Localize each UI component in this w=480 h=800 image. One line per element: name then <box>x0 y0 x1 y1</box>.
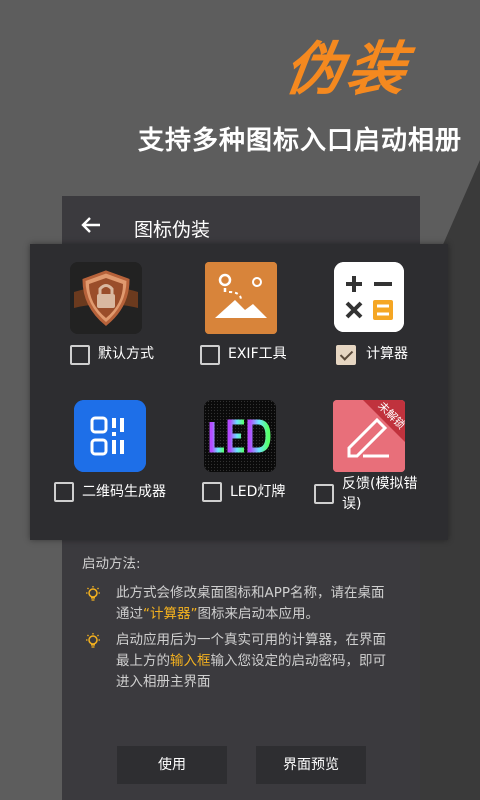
label-exif: EXIF工具 <box>228 346 287 362</box>
option-default[interactable] <box>70 262 210 402</box>
label-qr: 二维码生成器 <box>82 484 166 500</box>
hint2-line2-pre: 最上方的 <box>116 653 170 669</box>
hint1-line2-post: 图标来启动本应用。 <box>197 606 320 622</box>
qr-code-icon <box>74 400 146 472</box>
shield-lock-icon <box>70 262 142 334</box>
label-led: LED灯牌 <box>230 484 286 500</box>
option-led[interactable] <box>204 400 344 540</box>
feedback-pen-icon: 未解锁 <box>333 400 405 472</box>
label-calculator: 计算器 <box>366 346 408 362</box>
led-sign-icon <box>204 400 276 472</box>
launch-heading: 启动方法: <box>82 556 141 572</box>
hero-title: 伪装 <box>280 35 415 103</box>
hero-subtitle: 支持多种图标入口启动相册 <box>138 126 463 156</box>
label-default: 默认方式 <box>98 346 154 362</box>
option-qr[interactable] <box>74 400 214 540</box>
hint1-line2-pre: 通过 <box>116 606 143 622</box>
checkbox-feedback[interactable] <box>314 484 334 504</box>
hint1-highlight: “计算器” <box>143 606 198 622</box>
calculator-icon <box>334 262 404 332</box>
label-feedback-line2: 误) <box>342 496 362 512</box>
back-arrow-icon[interactable] <box>76 210 106 240</box>
hint1-line1: 此方式会修改桌面图标和APP名称，请在桌面 <box>116 585 385 601</box>
checkbox-qr[interactable] <box>54 482 74 502</box>
screen-title: 图标伪装 <box>134 219 211 241</box>
hint2-line1: 启动应用后为一个真实可用的计算器，在界面 <box>116 632 386 648</box>
option-exif[interactable] <box>205 262 345 402</box>
option-feedback[interactable]: 未解锁 <box>333 400 473 540</box>
checkbox-calculator[interactable] <box>336 345 356 365</box>
lightbulb-icon <box>84 585 102 603</box>
use-button[interactable]: 使用 <box>117 746 227 784</box>
hint1-text: 此方式会修改桌面图标和APP名称，请在桌面 通过“计算器”图标来启动本应用。 <box>116 583 385 625</box>
hint2-highlight: 输入框 <box>170 653 211 669</box>
option-calculator[interactable] <box>334 262 474 402</box>
lightbulb-icon <box>84 632 102 650</box>
label-feedback: 反馈(模拟错 误) <box>342 474 442 514</box>
hint2-text: 启动应用后为一个真实可用的计算器，在界面 最上方的输入框输入您设定的启动密码，即… <box>116 630 386 693</box>
checkbox-default[interactable] <box>70 345 90 365</box>
checkbox-led[interactable] <box>202 482 222 502</box>
hint2-line2-post: 输入您设定的启动密码，即可 <box>210 653 387 669</box>
preview-button[interactable]: 界面预览 <box>256 746 366 784</box>
label-feedback-line1: 反馈(模拟错 <box>342 476 418 492</box>
icon-picker-panel: 默认方式 EXIF工具 计算器 二维码生成器 LED灯牌 未解锁 反馈(模拟错 … <box>30 244 448 540</box>
hint2-line3: 进入相册主界面 <box>116 674 211 690</box>
checkbox-exif[interactable] <box>200 345 220 365</box>
map-image-icon <box>205 262 277 334</box>
